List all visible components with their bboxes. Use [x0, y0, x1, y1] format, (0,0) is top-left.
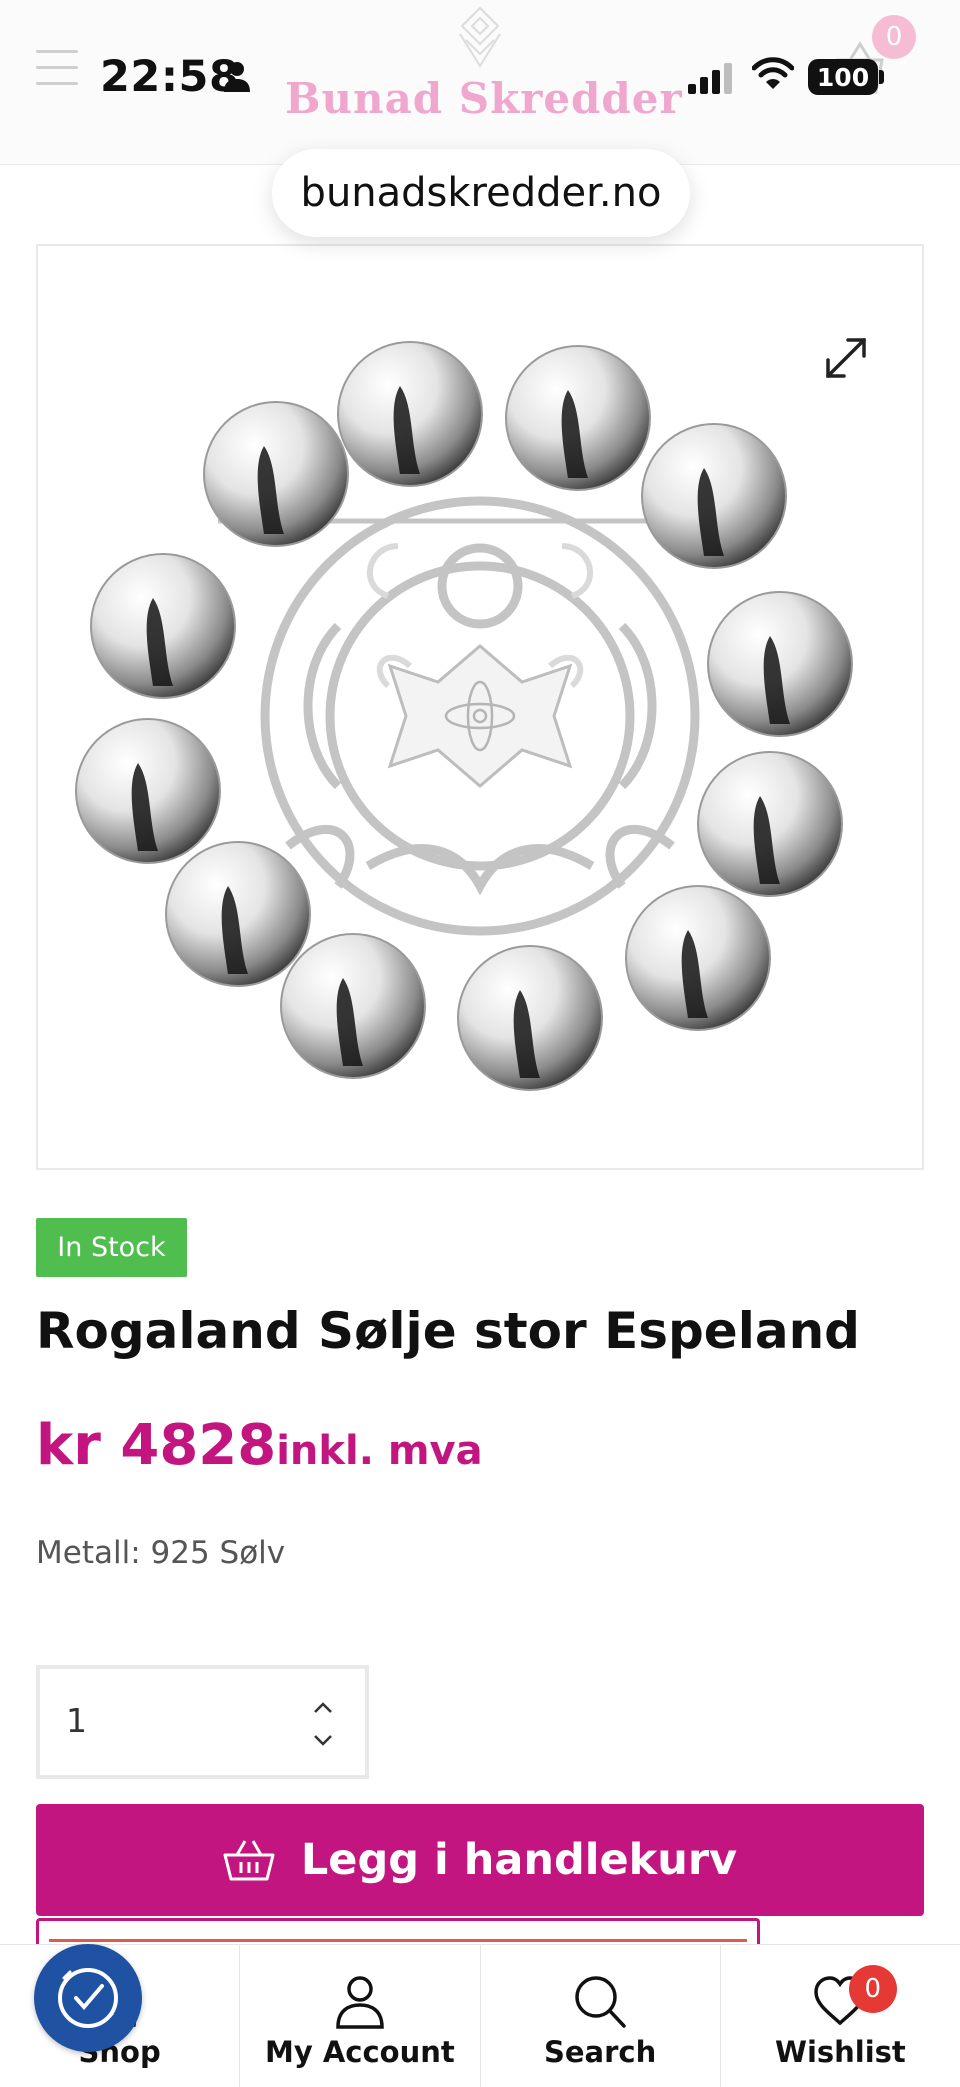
expand-icon[interactable] — [818, 330, 874, 386]
brand-logo-icon — [459, 6, 501, 68]
stock-status-badge: In Stock — [36, 1218, 187, 1277]
search-icon — [575, 1976, 626, 2028]
price-amount: kr 4828 — [36, 1413, 277, 1478]
accessibility-icon — [58, 1968, 118, 2028]
nav-item-account[interactable]: My Account — [240, 1945, 481, 2087]
wifi-icon — [752, 57, 794, 89]
brand-name[interactable]: Bunad Skredder — [285, 74, 683, 123]
chevron-up-icon[interactable] — [312, 1701, 334, 1715]
cart-count-badge: 0 — [872, 15, 916, 59]
status-time: 22:58 — [100, 52, 240, 102]
chevron-down-icon[interactable] — [312, 1733, 334, 1747]
add-to-cart-label: Legg i handlekurv — [300, 1835, 738, 1885]
nav-item-search[interactable]: Search — [481, 1945, 721, 2087]
product-price: kr 4828inkl. mva — [36, 1413, 483, 1478]
add-to-cart-button[interactable]: Legg i handlekurv — [36, 1804, 924, 1916]
battery-tip — [879, 70, 884, 84]
user-icon — [336, 1976, 384, 2029]
product-image-frame[interactable] — [36, 244, 924, 1170]
accessibility-button[interactable] — [34, 1944, 142, 2052]
quantity-value[interactable]: 1 — [66, 1701, 87, 1740]
battery-indicator: 100 — [808, 59, 878, 95]
product-image — [75, 341, 853, 1091]
nav-label-search: Search — [543, 2035, 657, 2069]
signal-icon — [688, 63, 732, 94]
nav-item-wishlist[interactable]: Wishlist 0 — [721, 1945, 960, 2087]
nav-label-account: My Account — [264, 2035, 455, 2069]
bottom-navigation: Shop My Account Search Wishlist 0 — [0, 1944, 960, 2087]
nav-label-wishlist: Wishlist — [774, 2035, 906, 2069]
quantity-stepper[interactable]: 1 — [36, 1665, 369, 1779]
product-metal: Metall: 925 Sølv — [36, 1535, 286, 1571]
price-vat-suffix: inkl. mva — [276, 1428, 483, 1474]
person-icon — [224, 62, 250, 92]
url-bar[interactable]: bunadskredder.no — [272, 149, 690, 237]
menu-icon[interactable] — [36, 50, 78, 86]
wishlist-count-badge: 0 — [848, 1965, 897, 2013]
product-title: Rogaland Sølje stor Espeland — [36, 1302, 860, 1360]
basket-icon — [223, 1840, 275, 1881]
site-header: 22:58 Bunad Skredder 100 0 — [0, 0, 960, 165]
